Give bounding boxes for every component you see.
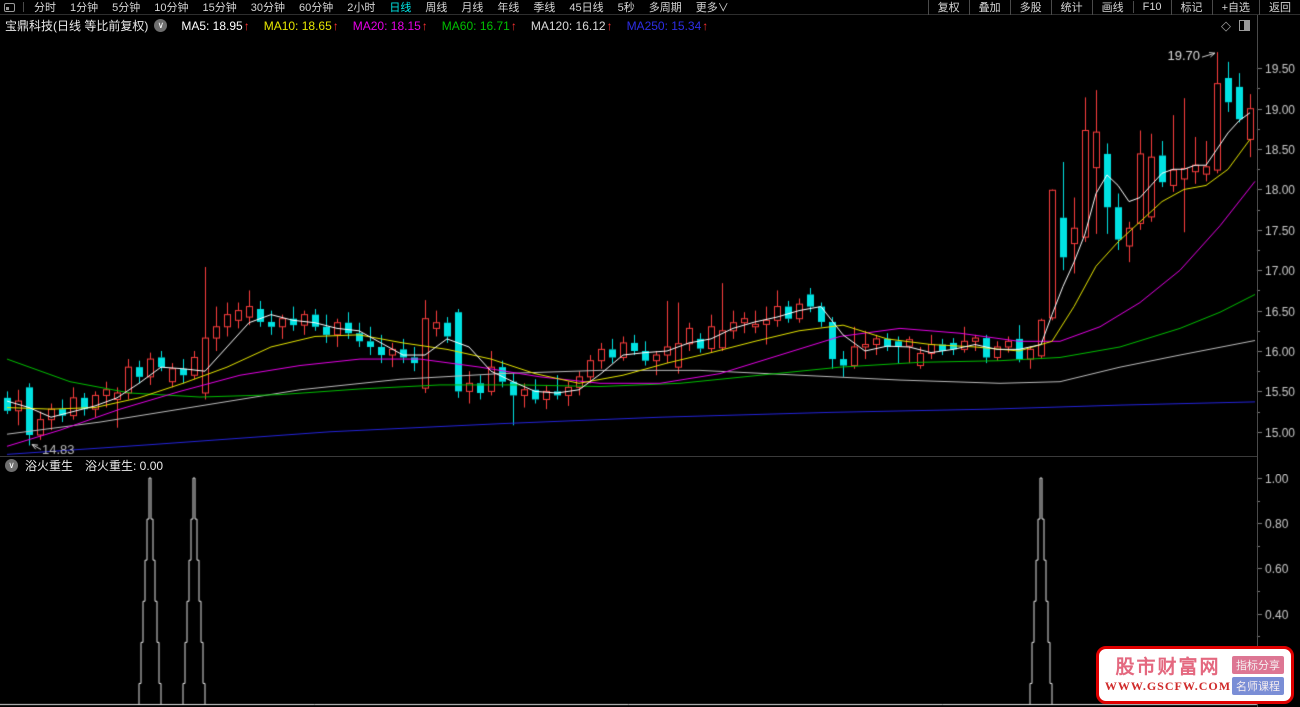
toolbar-action-button[interactable]: 统计 bbox=[1050, 0, 1092, 15]
ma-legend-value: MA250: 15.34↑ bbox=[626, 18, 709, 33]
toolbar-action-button[interactable]: 多股 bbox=[1009, 0, 1051, 15]
toolbar-action-button[interactable]: +自选 bbox=[1211, 0, 1259, 15]
period-tab[interactable]: 60分钟 bbox=[292, 0, 340, 15]
indicator-collapse-chevron-icon[interactable]: ∨ bbox=[5, 459, 18, 472]
watermark-badge-1: 指标分享 bbox=[1232, 655, 1284, 674]
split-window-icon[interactable] bbox=[1239, 20, 1250, 31]
period-tab[interactable]: 日线 bbox=[382, 0, 418, 15]
toolbar-separator bbox=[23, 2, 24, 12]
ma-legend-value: MA5: 18.95↑ bbox=[181, 18, 250, 33]
indicator-header-row: ∨ 浴火重生 浴火重生: 0.00 bbox=[0, 456, 1257, 474]
up-arrow-icon: ↑ bbox=[332, 18, 339, 33]
up-arrow-icon: ↑ bbox=[421, 18, 428, 33]
stock-title: 宝鼎科技(日线 等比前复权) bbox=[5, 19, 149, 33]
ma-legend-value: MA20: 18.15↑ bbox=[352, 18, 428, 33]
period-toolbar: 分时 1分钟 5分钟 10分钟 15分钟 30分钟 60分钟 2小时 日线 周线… bbox=[0, 0, 1300, 15]
period-tab[interactable]: 10分钟 bbox=[147, 0, 195, 15]
period-tab[interactable]: 30分钟 bbox=[244, 0, 292, 15]
toolbar-action-button[interactable]: 画线 bbox=[1091, 0, 1133, 15]
watermark-badge-2: 名师课程 bbox=[1232, 676, 1284, 695]
indicator-name: 浴火重生 bbox=[25, 459, 74, 473]
main-candlestick-chart[interactable] bbox=[0, 36, 1300, 456]
watermark-url: WWW.GSCFW.COM bbox=[1104, 678, 1232, 693]
toolbar-action-button[interactable]: F10 bbox=[1132, 1, 1171, 13]
stock-app-window: 分时 1分钟 5分钟 10分钟 15分钟 30分钟 60分钟 2小时 日线 周线… bbox=[0, 0, 1300, 707]
period-tab[interactable]: 更多∨ bbox=[689, 0, 736, 15]
period-tab[interactable]: 年线 bbox=[490, 0, 526, 15]
period-tab[interactable]: 月线 bbox=[454, 0, 490, 15]
up-arrow-icon: ↑ bbox=[702, 18, 709, 33]
period-tab[interactable]: 5分钟 bbox=[105, 0, 147, 15]
window-layout-icon[interactable] bbox=[4, 2, 15, 12]
diamond-marker-icon[interactable]: ◇ bbox=[1221, 18, 1231, 34]
toolbar-action-button[interactable]: 返回 bbox=[1259, 0, 1300, 15]
ma-legend-value: MA60: 16.71↑ bbox=[441, 18, 517, 33]
collapse-chevron-icon[interactable]: ∨ bbox=[154, 19, 168, 32]
info-bar: 宝鼎科技(日线 等比前复权) ∨ MA5: 18.95↑ MA10: 18.65… bbox=[0, 15, 1300, 36]
indicator-value: 浴火重生: 0.00 bbox=[85, 459, 164, 473]
watermark-box: 股市财富网 WWW.GSCFW.COM 指标分享 名师课程 bbox=[1096, 646, 1294, 704]
period-tab[interactable]: 季线 bbox=[526, 0, 562, 15]
up-arrow-icon: ↑ bbox=[510, 18, 517, 33]
period-tab[interactable]: 15分钟 bbox=[196, 0, 244, 15]
period-tab[interactable]: 2小时 bbox=[340, 0, 382, 15]
toolbar-action-button[interactable]: 标记 bbox=[1170, 0, 1212, 15]
period-tab[interactable]: 5秒 bbox=[611, 0, 642, 15]
period-tab[interactable]: 多周期 bbox=[642, 0, 689, 15]
ma-legend-value: MA10: 18.65↑ bbox=[263, 18, 339, 33]
period-tab[interactable]: 分时 bbox=[27, 0, 63, 15]
period-tab[interactable]: 1分钟 bbox=[63, 0, 105, 15]
up-arrow-icon: ↑ bbox=[243, 18, 250, 33]
up-arrow-icon: ↑ bbox=[606, 18, 613, 33]
price-axis-line bbox=[1257, 15, 1258, 707]
toolbar-action-button[interactable]: 叠加 bbox=[968, 0, 1010, 15]
ma-legend-value: MA120: 16.12↑ bbox=[530, 18, 613, 33]
period-tab[interactable]: 45日线 bbox=[562, 0, 610, 15]
watermark-site-name: 股市财富网 bbox=[1115, 656, 1221, 678]
toolbar-action-button[interactable]: 复权 bbox=[927, 0, 969, 15]
period-tab[interactable]: 周线 bbox=[418, 0, 454, 15]
